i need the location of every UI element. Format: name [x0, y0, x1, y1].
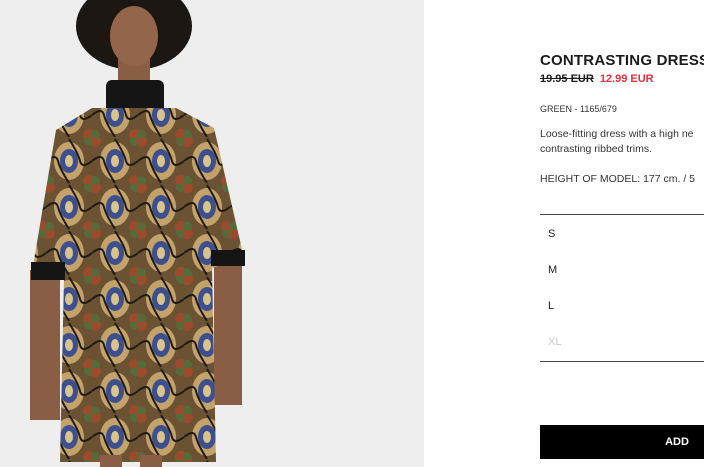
product-photo[interactable] — [0, 0, 424, 467]
add-to-cart-button[interactable]: ADD — [540, 425, 704, 459]
size-option-l[interactable]: L — [548, 300, 554, 312]
size-option-m[interactable]: M — [548, 264, 557, 276]
size-option-xl[interactable]: XL — [548, 336, 561, 348]
size-list-top-divider — [540, 214, 704, 215]
size-option-s[interactable]: S — [548, 228, 555, 240]
model-wearing-dress-image — [0, 0, 424, 467]
price-block: 19.95 EUR 12.99 EUR — [540, 73, 654, 85]
product-title: CONTRASTING DRESS — [540, 52, 704, 69]
product-info-panel: CONTRASTING DRESS 19.95 EUR 12.99 EUR GRE… — [540, 0, 704, 467]
color-reference: GREEN - 1165/679 — [540, 104, 617, 114]
model-height: HEIGHT OF MODEL: 177 cm. / 5 — [540, 173, 696, 185]
product-description: Loose-fitting dress with a high ne contr… — [540, 128, 694, 155]
size-list-bottom-divider — [540, 361, 704, 362]
old-price: 19.95 EUR — [540, 73, 594, 85]
add-button-label: ADD — [665, 436, 689, 448]
sale-price: 12.99 EUR — [599, 73, 654, 85]
